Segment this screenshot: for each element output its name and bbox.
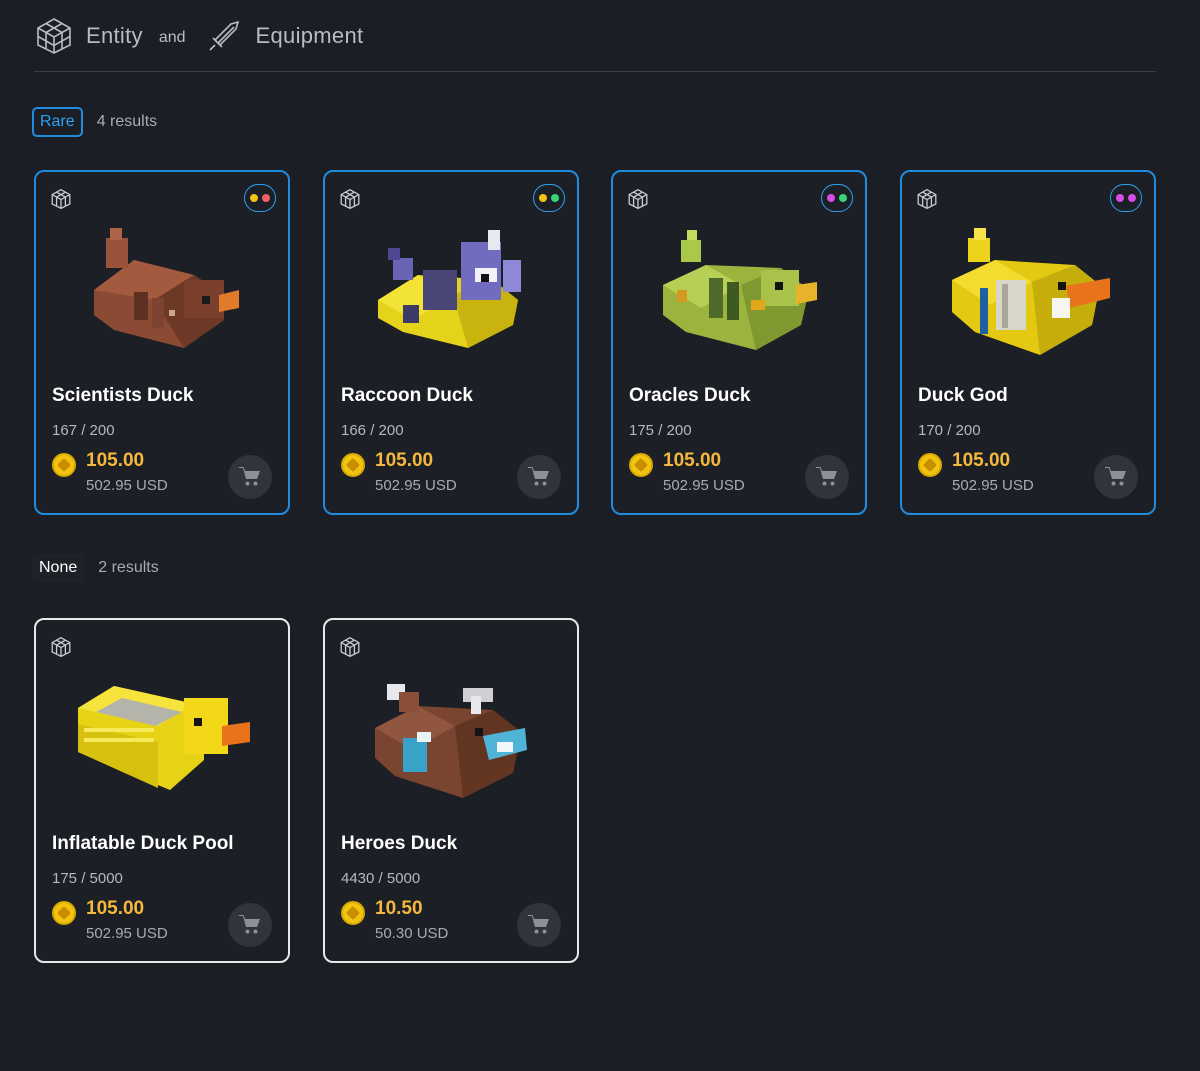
cube-wireframe-icon [34,16,74,56]
item-name: Heroes Duck [341,833,458,854]
item-image [940,220,1120,360]
rarity-badge[interactable]: Rare [32,107,83,137]
item-card[interactable]: Heroes Duck 4430 / 5000 10.50 50.30 USD [323,618,579,963]
entity-tab[interactable]: Entity [86,23,143,49]
coin-icon [341,901,365,925]
item-supply: 4430 / 5000 [341,870,421,887]
rarity-indicator [533,184,565,212]
item-name: Inflatable Duck Pool [52,833,234,854]
rarity-badge[interactable]: None [32,554,85,582]
rarity-dot [839,194,847,202]
cube-wireframe-icon [916,188,938,210]
shopping-cart-icon [528,467,549,486]
coin-icon [341,453,365,477]
sword-icon [204,16,244,56]
item-usd-price: 502.95 USD [375,477,457,494]
item-name: Raccoon Duck [341,385,473,406]
rarity-dot [250,194,258,202]
shopping-cart-icon [239,467,260,486]
item-name: Oracles Duck [629,385,751,406]
item-usd-price: 502.95 USD [86,925,168,942]
equipment-tab[interactable]: Equipment [256,23,364,49]
add-to-cart-button[interactable] [805,455,849,499]
item-usd-price: 502.95 USD [952,477,1034,494]
shopping-cart-icon [239,915,260,934]
coin-icon [52,901,76,925]
item-image [651,220,831,360]
result-count: 2 results [98,559,159,576]
cube-wireframe-icon [627,188,649,210]
shopping-cart-icon [816,467,837,486]
item-card[interactable]: Oracles Duck 175 / 200 105.00 502.95 USD [611,170,867,515]
result-count: 4 results [96,113,158,130]
item-price: 105.00 [375,450,434,471]
shopping-cart-icon [528,915,549,934]
item-card[interactable]: Scientists Duck 167 / 200 105.00 502.95 … [34,170,290,515]
rarity-dot [827,194,835,202]
item-card[interactable]: Duck God 170 / 200 105.00 502.95 USD [900,170,1156,515]
rarity-dot [551,194,559,202]
rarity-section-header: None 2 results [32,554,159,582]
item-card[interactable]: Inflatable Duck Pool 175 / 5000 105.00 5… [34,618,290,963]
item-name: Scientists Duck [52,385,194,406]
cube-wireframe-icon [339,636,361,658]
rarity-indicator [1110,184,1142,212]
coin-icon [52,453,76,477]
add-to-cart-button[interactable] [228,903,272,947]
rarity-indicator [244,184,276,212]
rarity-dot [262,194,270,202]
item-name: Duck God [918,385,1008,406]
item-usd-price: 50.30 USD [375,925,449,942]
coin-icon [629,453,653,477]
item-image [363,220,543,360]
coin-icon [918,453,942,477]
add-to-cart-button[interactable] [517,903,561,947]
add-to-cart-button[interactable] [228,455,272,499]
item-supply: 175 / 200 [629,422,692,439]
item-price: 105.00 [86,898,145,919]
category-header: Entity and Equipment [34,0,1156,72]
rarity-dot [1116,194,1124,202]
item-image [74,668,254,808]
item-usd-price: 502.95 USD [86,477,168,494]
item-image [363,668,543,808]
item-card[interactable]: Raccoon Duck 166 / 200 105.00 502.95 USD [323,170,579,515]
item-image [74,220,254,360]
item-price: 105.00 [86,450,145,471]
item-supply: 170 / 200 [918,422,981,439]
cube-wireframe-icon [50,188,72,210]
item-supply: 166 / 200 [341,422,404,439]
item-price: 105.00 [952,450,1011,471]
item-price: 10.50 [375,898,423,919]
add-to-cart-button[interactable] [1094,455,1138,499]
item-supply: 167 / 200 [52,422,115,439]
rarity-indicator [821,184,853,212]
cube-wireframe-icon [50,636,72,658]
add-to-cart-button[interactable] [517,455,561,499]
cube-wireframe-icon [339,188,361,210]
rarity-dot [539,194,547,202]
shopping-cart-icon [1105,467,1126,486]
item-supply: 175 / 5000 [52,870,123,887]
and-separator: and [158,28,186,46]
item-usd-price: 502.95 USD [663,477,745,494]
item-price: 105.00 [663,450,722,471]
rarity-dot [1128,194,1136,202]
rarity-section-header: Rare 4 results [32,107,157,137]
